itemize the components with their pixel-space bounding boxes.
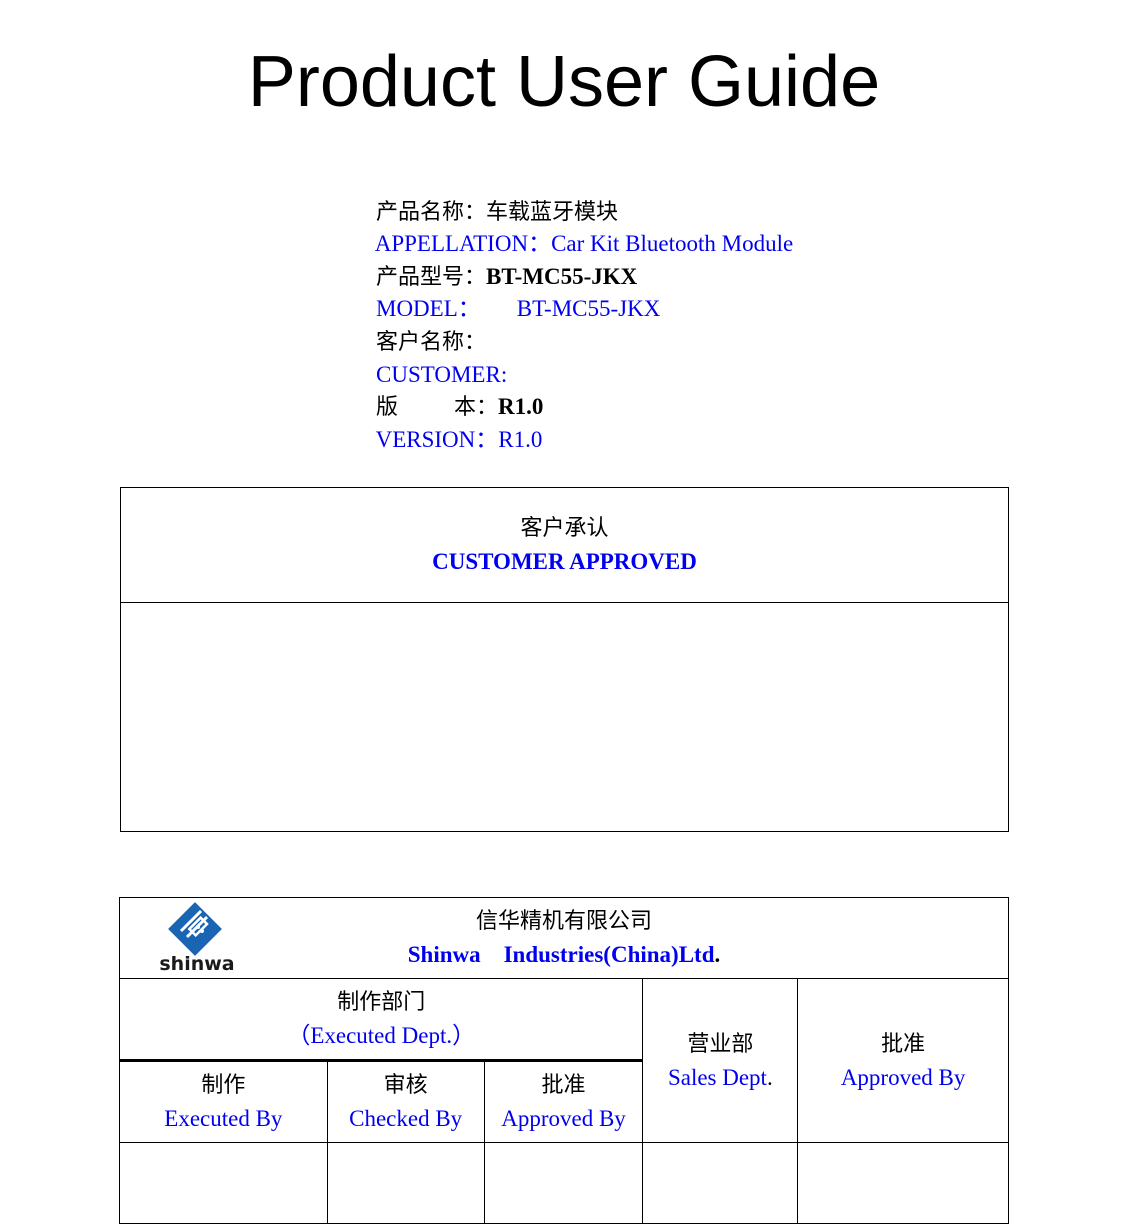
product-name-zh-row: 产品名称：车载蓝牙模块 bbox=[353, 163, 793, 225]
model-zh-value: BT-MC55-JKX bbox=[486, 263, 638, 289]
sales-dept-zh: 营业部 bbox=[687, 1031, 754, 1057]
version-label: VERSION： bbox=[375, 426, 499, 452]
dept-approved-by-en: Approved By bbox=[501, 1106, 626, 1131]
executed-dept-zh: 制作部门 bbox=[337, 990, 426, 1015]
company-name-en-suffix: . bbox=[714, 942, 721, 967]
appellation-value: Car Kit Bluetooth Module bbox=[551, 231, 794, 257]
company-signoff-table: shinwa 信华精机有限公司 Shinwa Industries(China)… bbox=[118, 897, 1009, 1224]
customer-approval-header: 客户承认 CUSTOMER APPROVED bbox=[120, 487, 1009, 603]
sales-dept-suffix: . bbox=[766, 1064, 773, 1090]
company-header-cell: shinwa 信华精机有限公司 Shinwa Industries(China)… bbox=[119, 897, 1009, 979]
dept-approved-by-zh: 批准 bbox=[541, 1073, 586, 1098]
model-label: MODEL： bbox=[376, 296, 481, 322]
customer-label: CUSTOMER: bbox=[376, 361, 508, 387]
checked-by-signature[interactable] bbox=[326, 1142, 485, 1224]
customer-zh-label: 客户名称： bbox=[376, 329, 487, 355]
executed-dept-en: （Executed Dept.） bbox=[287, 1023, 476, 1048]
company-name-zh: 信华精机有限公司 bbox=[475, 909, 652, 934]
executed-by-en: Executed By bbox=[164, 1106, 283, 1131]
product-info: 产品名称：车载蓝牙模块 APPELLATION：Car Kit Bluetoot… bbox=[353, 163, 794, 452]
customer-signature-area[interactable] bbox=[120, 602, 1009, 832]
customer-approval-table: 客户承认 CUSTOMER APPROVED bbox=[120, 487, 1009, 832]
version-value: R1.0 bbox=[498, 426, 543, 452]
checked-by-zh: 审核 bbox=[383, 1073, 428, 1098]
version-zh-label: 版 本： bbox=[376, 395, 498, 421]
company-name-en: Shinwa Industries(China)Ltd. bbox=[120, 938, 1008, 971]
approved-by-zh: 批准 bbox=[881, 1031, 926, 1057]
sales-dept-en: Sales Dept bbox=[667, 1064, 767, 1090]
company-name-en-text: Shinwa Industries(China)Ltd bbox=[407, 942, 715, 967]
version-zh-value: R1.0 bbox=[497, 394, 544, 420]
appellation-label: APPELLATION： bbox=[374, 231, 552, 257]
approved-by-signature[interactable] bbox=[797, 1142, 1009, 1224]
approved-by-en: Approved By bbox=[840, 1064, 966, 1090]
model-value: BT-MC55-JKX bbox=[516, 296, 661, 322]
product-name-zh-value: 车载蓝牙模块 bbox=[486, 199, 619, 225]
executed-by-zh: 制作 bbox=[201, 1073, 246, 1098]
checked-by-en: Checked By bbox=[349, 1106, 463, 1131]
logo-text: shinwa bbox=[159, 953, 234, 974]
customer-approval-title-zh: 客户承认 bbox=[520, 516, 609, 541]
checked-by-header: 审核 Checked By bbox=[326, 1059, 485, 1143]
document-title: Product User Guide bbox=[247, 42, 881, 122]
sales-dept-header: 营业部 Sales Dept. bbox=[642, 978, 799, 1143]
product-name-zh-label: 产品名称： bbox=[376, 199, 487, 225]
executed-dept-header: 制作部门 （Executed Dept.） bbox=[118, 978, 644, 1061]
dept-approved-by-signature[interactable] bbox=[483, 1142, 644, 1224]
executed-by-signature[interactable] bbox=[119, 1142, 328, 1224]
sales-dept-signature[interactable] bbox=[642, 1142, 799, 1224]
dept-approved-by-header: 批准 Approved By bbox=[483, 1059, 644, 1143]
customer-approval-title-en: CUSTOMER APPROVED bbox=[432, 549, 697, 574]
model-zh-label: 产品型号： bbox=[376, 264, 487, 290]
shinwa-logo-icon: shinwa bbox=[159, 902, 235, 974]
approved-by-header: 批准 Approved By bbox=[797, 978, 1009, 1143]
executed-by-header: 制作 Executed By bbox=[119, 1059, 328, 1143]
